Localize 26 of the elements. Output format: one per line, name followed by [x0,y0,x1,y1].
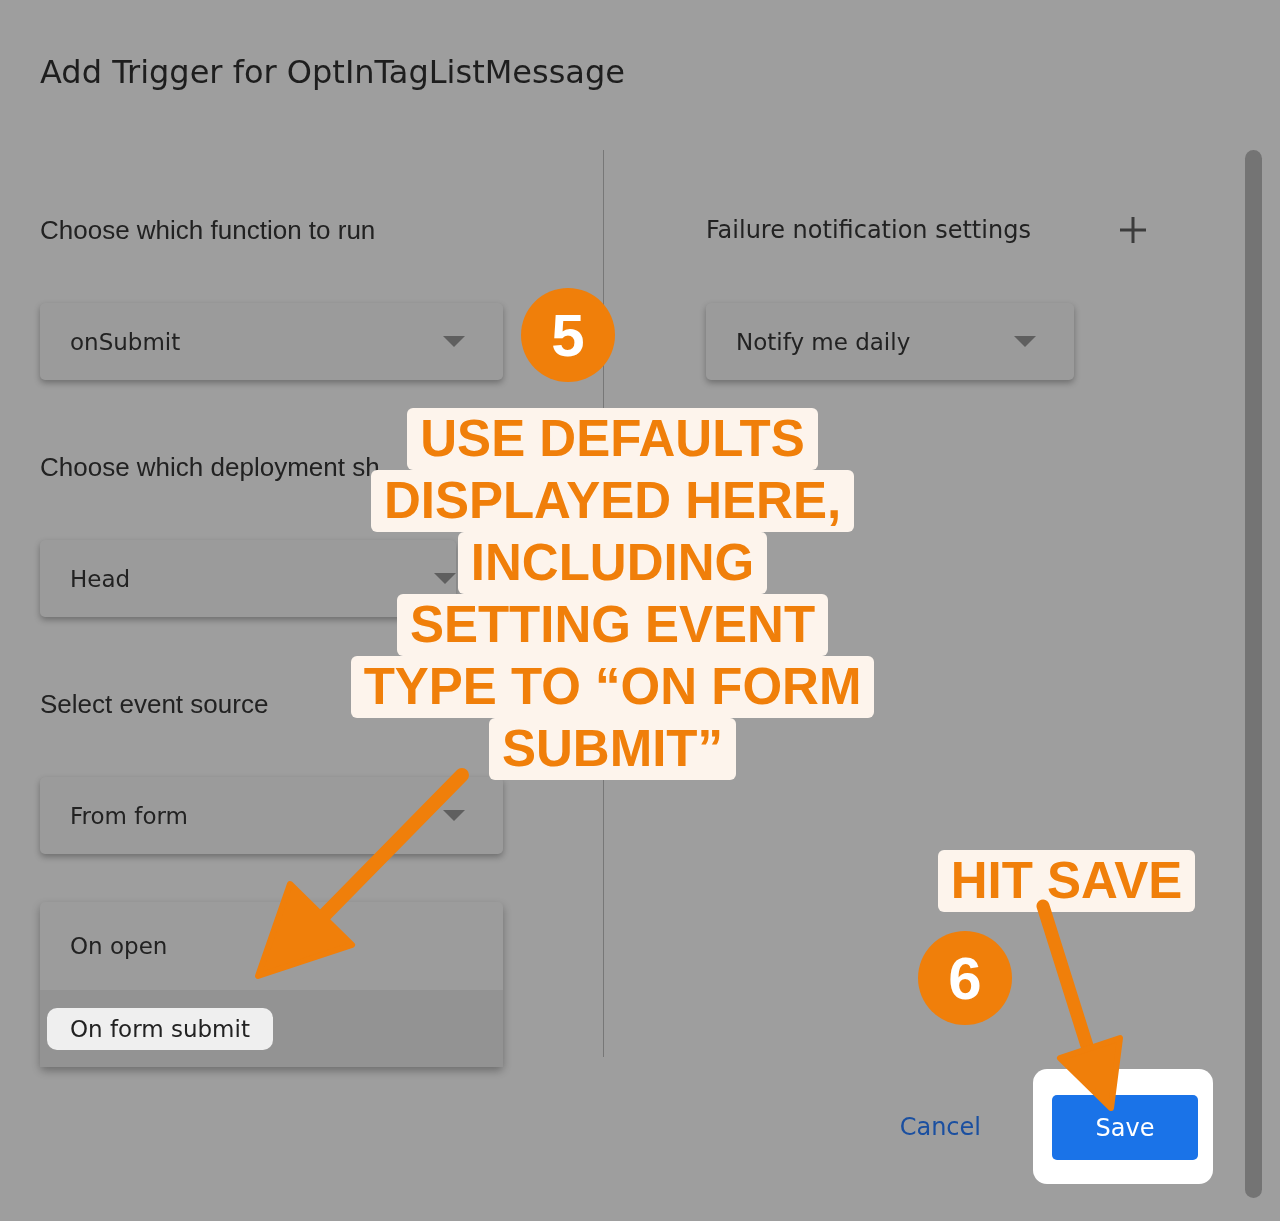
section-label: Failure notification settings [706,215,1031,246]
callout-text: INCLUDING [457,532,768,594]
callout-text: USE DEFAULTS [407,408,818,470]
step-badge: 5 [521,288,615,382]
dialog-title: Add Trigger for OptInTagListMessage [40,52,626,93]
callout-text: HIT SAVE [937,850,1196,912]
callout-text: SETTING EVENT [396,594,829,656]
add-icon[interactable] [1118,216,1147,244]
menu-item[interactable]: On open [47,925,191,967]
cancel-link[interactable]: Cancel [899,1112,981,1141]
field-label: Select event source [40,688,269,721]
dropdown[interactable]: From form [40,777,503,854]
caret-icon [443,810,465,821]
caret-icon [434,573,456,584]
dropdown[interactable]: Notify me daily [706,303,1074,380]
menu-item[interactable]: On form submit [47,1007,273,1050]
callout-text: TYPE TO “ON FORM [350,656,875,718]
caret-icon [443,336,465,347]
callout-text: SUBMIT” [489,718,736,780]
caret-icon [1014,336,1036,347]
save-button[interactable]: Save [1052,1095,1198,1160]
callout-text: DISPLAYED HERE, [370,470,855,532]
field-label: Choose which function to run [40,214,376,247]
step-badge: 6 [918,931,1012,1025]
scrollbar[interactable] [1245,150,1262,1198]
dropdown[interactable]: onSubmit [40,303,503,380]
